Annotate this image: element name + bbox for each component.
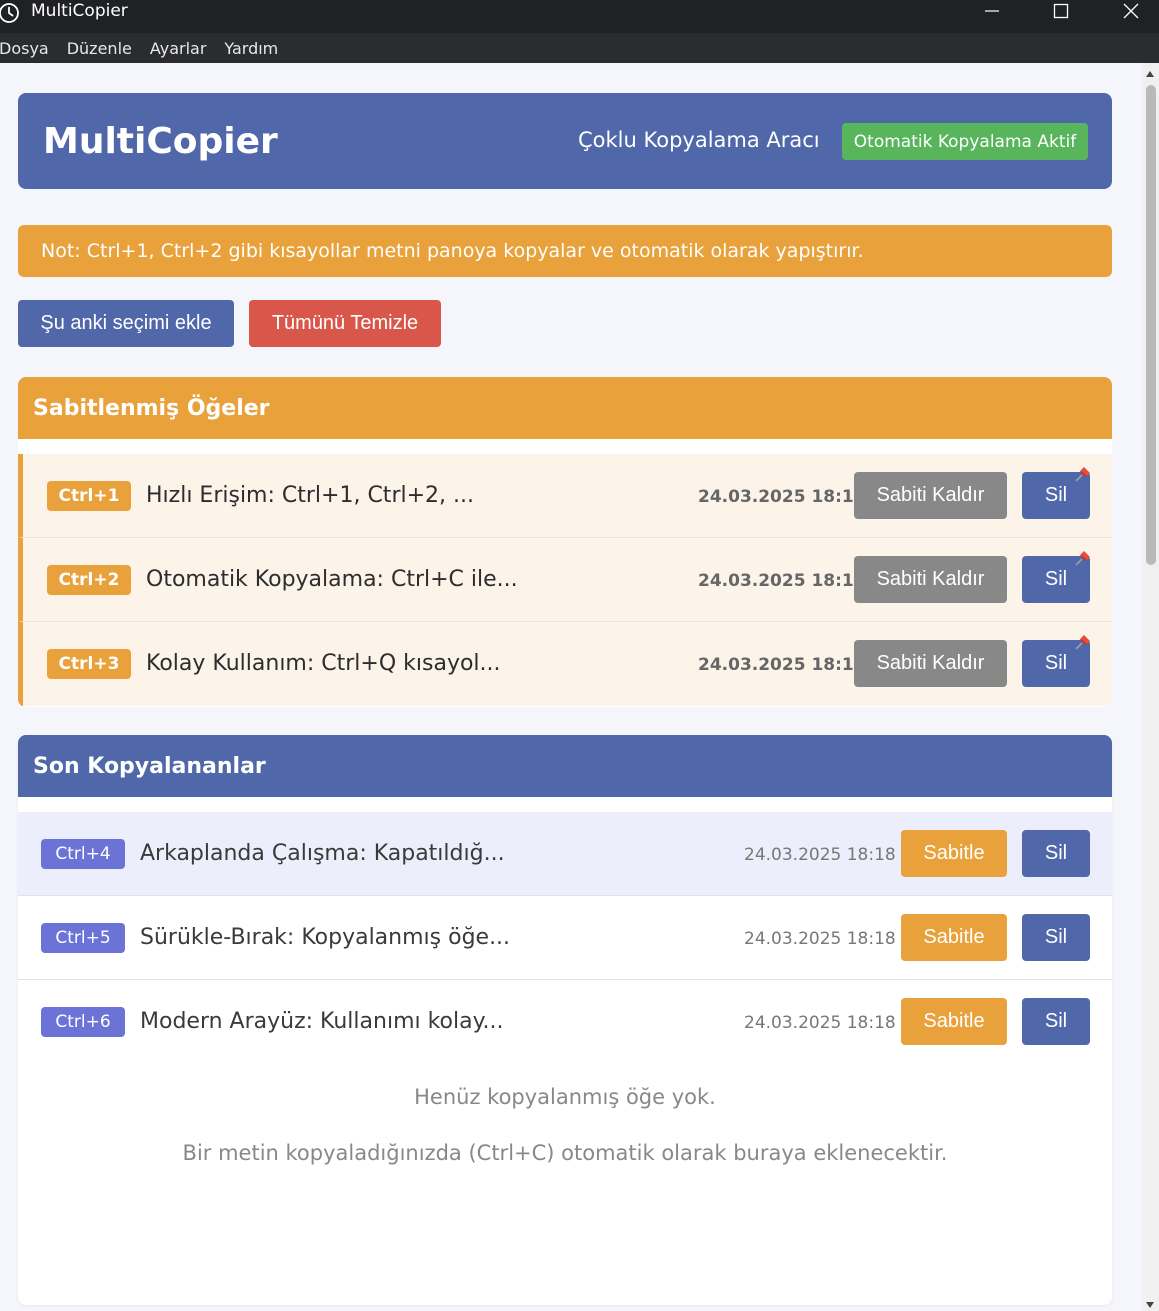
pin-button[interactable]: Sabitle — [901, 914, 1007, 961]
recent-panel: Son Kopyalananlar Ctrl+4 Arkaplanda Çalı… — [18, 735, 1112, 1305]
item-text[interactable]: Arkaplanda Çalışma: Kapatıldığ... — [140, 841, 505, 866]
shortcut-badge: Ctrl+3 — [47, 649, 131, 679]
shortcut-badge: Ctrl+6 — [41, 1007, 125, 1037]
scroll-down-icon[interactable] — [1146, 1302, 1154, 1308]
item-timestamp: 24.03.2025 18:18 — [698, 655, 866, 675]
menu-help[interactable]: Yardım — [215, 39, 287, 58]
app-subtitle: Çoklu Kopyalama Aracı — [578, 128, 820, 152]
app-header: MultiCopier Çoklu Kopyalama Aracı Otomat… — [18, 93, 1112, 189]
recent-item[interactable]: Ctrl+5 Sürükle-Bırak: Kopyalanmış öğe...… — [18, 896, 1112, 980]
item-text[interactable]: Otomatik Kopyalama: Ctrl+C ile... — [146, 567, 518, 592]
recent-item[interactable]: Ctrl+4 Arkaplanda Çalışma: Kapatıldığ...… — [18, 812, 1112, 896]
close-window-button[interactable] — [1108, 0, 1154, 22]
pushpin-icon — [1075, 551, 1090, 566]
main-content: MultiCopier Çoklu Kopyalama Aracı Otomat… — [18, 93, 1112, 1305]
pin-button[interactable]: Sabitle — [901, 830, 1007, 877]
item-timestamp: 24.03.2025 18:18 — [698, 487, 866, 507]
item-text[interactable]: Kolay Kullanım: Ctrl+Q kısayol... — [146, 651, 501, 676]
shortcut-badge: Ctrl+5 — [41, 923, 125, 953]
add-selection-button[interactable]: Şu anki seçimi ekle — [18, 300, 234, 347]
clock-history-icon — [0, 3, 19, 23]
pinned-panel-title: Sabitlenmiş Öğeler — [18, 377, 1112, 439]
item-timestamp: 24.03.2025 18:18 — [744, 1013, 896, 1033]
recent-item[interactable]: Ctrl+6 Modern Arayüz: Kullanımı kolay...… — [18, 980, 1112, 1064]
empty-state-title: Henüz kopyalanmış öğe yok. — [414, 1085, 716, 1109]
delete-button[interactable]: Sil — [1022, 830, 1090, 877]
shortcut-badge: Ctrl+1 — [47, 481, 131, 511]
delete-button[interactable]: Sil — [1022, 914, 1090, 961]
pinned-panel: Sabitlenmiş Öğeler Ctrl+1 Hızlı Erişim: … — [18, 377, 1112, 707]
title-bar: MultiCopier — [0, 0, 1159, 33]
delete-button[interactable]: Sil — [1022, 998, 1090, 1045]
recent-panel-title: Son Kopyalananlar — [18, 735, 1112, 797]
empty-state-hint: Bir metin kopyaladığınızda (Ctrl+C) otom… — [182, 1141, 948, 1165]
minimize-icon — [985, 10, 999, 12]
unpin-button[interactable]: Sabiti Kaldır — [854, 472, 1007, 519]
pinned-item[interactable]: Ctrl+3 Kolay Kullanım: Ctrl+Q kısayol...… — [18, 622, 1112, 706]
menu-file[interactable]: Dosya — [0, 39, 58, 58]
window-title: MultiCopier — [31, 1, 128, 21]
scroll-up-icon[interactable] — [1146, 71, 1154, 77]
item-text[interactable]: Sürükle-Bırak: Kopyalanmış öğe... — [140, 925, 510, 950]
scroll-thumb[interactable] — [1146, 85, 1156, 565]
item-timestamp: 24.03.2025 18:18 — [744, 845, 896, 865]
menu-bar: Dosya Düzenle Ayarlar Yardım — [0, 33, 1159, 63]
recent-list: Ctrl+4 Arkaplanda Çalışma: Kapatıldığ...… — [18, 812, 1112, 1064]
shortcut-badge: Ctrl+4 — [41, 839, 125, 869]
pinned-item[interactable]: Ctrl+1 Hızlı Erişim: Ctrl+1, Ctrl+2, ...… — [18, 454, 1112, 538]
item-timestamp: 24.03.2025 18:18 — [698, 571, 866, 591]
auto-copy-status-badge: Otomatik Kopyalama Aktif — [842, 123, 1088, 160]
pin-button[interactable]: Sabitle — [901, 998, 1007, 1045]
pinned-list: Ctrl+1 Hızlı Erişim: Ctrl+1, Ctrl+2, ...… — [18, 454, 1112, 706]
minimize-button[interactable] — [969, 0, 1015, 22]
menu-edit[interactable]: Düzenle — [58, 39, 141, 58]
pushpin-icon — [1075, 467, 1090, 482]
unpin-button[interactable]: Sabiti Kaldır — [854, 640, 1007, 687]
item-text[interactable]: Hızlı Erişim: Ctrl+1, Ctrl+2, ... — [146, 483, 474, 508]
item-text[interactable]: Modern Arayüz: Kullanımı kolay... — [140, 1009, 503, 1034]
close-icon — [1123, 3, 1139, 19]
item-timestamp: 24.03.2025 18:18 — [744, 929, 896, 949]
clear-all-button[interactable]: Tümünü Temizle — [249, 300, 441, 347]
menu-settings[interactable]: Ayarlar — [141, 39, 216, 58]
pushpin-icon — [1075, 635, 1090, 650]
maximize-icon — [1053, 3, 1069, 19]
unpin-button[interactable]: Sabiti Kaldır — [854, 556, 1007, 603]
pinned-item[interactable]: Ctrl+2 Otomatik Kopyalama: Ctrl+C ile...… — [18, 538, 1112, 622]
info-note: Not: Ctrl+1, Ctrl+2 gibi kısayollar metn… — [18, 225, 1112, 277]
maximize-button[interactable] — [1038, 0, 1084, 22]
vertical-scrollbar[interactable] — [1142, 63, 1159, 1311]
shortcut-badge: Ctrl+2 — [47, 565, 131, 595]
app-name: MultiCopier — [43, 121, 278, 162]
